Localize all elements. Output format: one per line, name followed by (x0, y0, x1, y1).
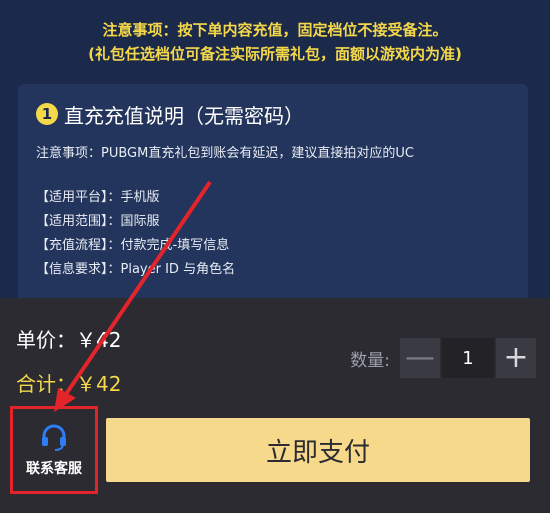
spec-region: 【适用范围】：国际服 (36, 214, 160, 229)
headset-icon (42, 424, 66, 451)
card-note: 注意事项：PUBGM直充礼包到账会有延迟，建议直接拍对应的UC (36, 146, 414, 161)
spec-process: 【充值流程】：付款完成-填写信息 (36, 238, 230, 253)
spec-platform: 【适用平台】：手机版 (36, 190, 160, 205)
customer-service-button[interactable]: 联系客服 (10, 406, 98, 494)
unit-price: 单价：￥42 (16, 328, 122, 352)
increase-quantity-button[interactable]: + (496, 338, 536, 378)
decrease-quantity-button[interactable]: — (400, 338, 440, 378)
spec-list: 【适用平台】：手机版 【适用范围】：国际服 【充值流程】：付款完成-填写信息 【… (36, 186, 510, 282)
number-badge: 1 (36, 103, 58, 125)
notice-line-2: (礼包任选档位可备注实际所需礼包，面额以游戏内为准) (88, 45, 462, 63)
card-title: 1 直充充值说明（无需密码） (36, 98, 510, 130)
recharge-info-card: 1 直充充值说明（无需密码） 注意事项：PUBGM直充礼包到账会有延迟，建议直接… (18, 84, 528, 304)
pay-now-button[interactable]: 立即支付 (106, 418, 530, 482)
quantity-label: 数量: (350, 350, 390, 371)
quantity-stepper: 数量: — 1 + (350, 338, 536, 378)
customer-service-label: 联系客服 (26, 461, 82, 477)
card-title-text: 直充充值说明（无需密码） (64, 103, 304, 128)
total-price: 合计：￥42 (16, 372, 122, 396)
quantity-value[interactable]: 1 (442, 338, 494, 378)
order-panel: 单价：￥42 合计：￥42 数量: — 1 + 联系客服 立即支付 (0, 298, 550, 513)
top-notice: 注意事项：按下单内容充值，固定档位不接受备注。 (礼包任选档位可备注实际所需礼包… (0, 0, 550, 82)
spec-requirement: 【信息要求】：Player ID 与角色名 (36, 262, 236, 277)
notice-line-1: 注意事项：按下单内容充值，固定档位不接受备注。 (102, 21, 448, 39)
